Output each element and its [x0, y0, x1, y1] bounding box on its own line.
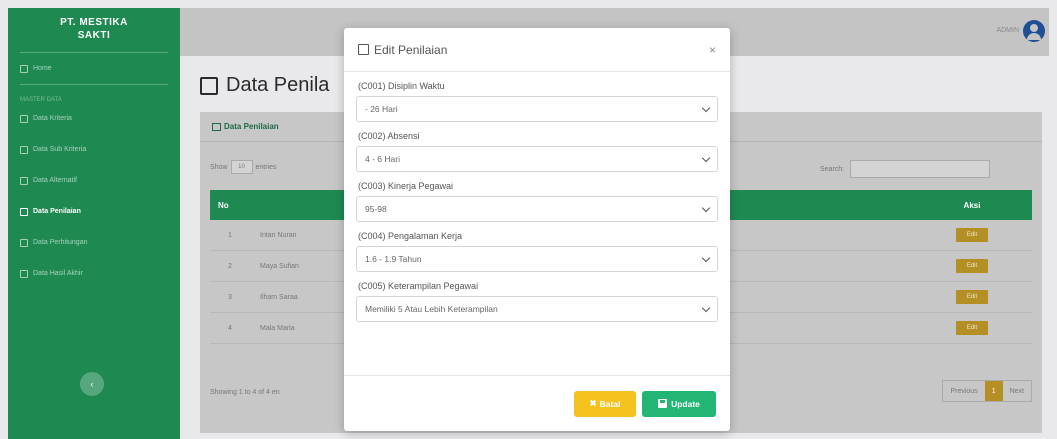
edit-penilaian-modal: Edit Penilaian × (C001) Disiplin Waktu -… — [344, 28, 730, 431]
row-edit-button[interactable]: Edit — [956, 321, 988, 335]
field-disiplin-waktu: (C001) Disiplin Waktu - 26 Hari — [356, 81, 718, 122]
home-icon — [20, 64, 28, 73]
entries-control: Show 10 entries — [210, 160, 277, 174]
column-header-aksi[interactable]: Aksi — [912, 201, 1032, 210]
user-name[interactable]: ADMIN — [996, 27, 1019, 34]
batal-button[interactable]: ✖ Batal — [574, 390, 636, 417]
page-title: Data Penila — [200, 74, 329, 97]
pagination-page-1[interactable]: 1 — [984, 381, 1003, 401]
brand-logo[interactable]: PT. MESTIKA SAKTI — [8, 8, 180, 52]
field-label: (C005) Keterampilan Pegawai — [358, 281, 479, 291]
select-value: 4 - 6 Hari — [365, 154, 400, 164]
sidebar-item-data-sub-kriteria[interactable]: Data Sub Kriteria — [8, 134, 180, 165]
sidebar-toggle-button[interactable]: ‹ — [80, 372, 104, 396]
field-label: (C003) Kinerja Pegawai — [358, 181, 454, 191]
sidebar-item-data-alternatif[interactable]: Data Alternatif — [8, 165, 180, 196]
chart-icon — [20, 269, 28, 278]
chevron-down-icon — [701, 153, 711, 162]
edit-icon — [20, 207, 28, 216]
modal-body: (C001) Disiplin Waktu - 26 Hari (C002) A… — [344, 81, 730, 322]
field-label: (C004) Pengalaman Kerja — [358, 231, 463, 241]
select-value: - 26 Hari — [365, 104, 398, 114]
chevron-down-icon — [701, 103, 711, 112]
sidebar-item-label: Data Kriteria — [33, 115, 72, 122]
field-absensi: (C002) Absensi 4 - 6 Hari — [356, 131, 718, 172]
modal-title: Edit Penilaian — [358, 43, 447, 57]
sidebar-heading: MASTER DATA — [20, 97, 62, 103]
row-no: 4 — [228, 324, 232, 332]
field-kinerja-pegawai: (C003) Kinerja Pegawai 95-98 — [356, 181, 718, 222]
search-label: Search: — [820, 165, 845, 173]
chevron-down-icon — [701, 203, 711, 212]
field-label: (C002) Absensi — [358, 131, 420, 141]
chevron-down-icon — [701, 303, 711, 312]
entries-label: entries — [255, 163, 277, 171]
sidebar-item-data-penilaian[interactable]: Data Penilaian — [8, 196, 180, 227]
search-control: Search: — [820, 160, 991, 178]
kinerja-pegawai-select[interactable]: 95-98 — [356, 196, 718, 222]
sidebar-item-label: Data Hasil Akhir — [33, 270, 83, 277]
pagination: Previous 1 Next — [942, 380, 1032, 402]
sidebar-item-data-kriteria[interactable]: Data Kriteria — [8, 103, 180, 134]
save-icon — [658, 399, 668, 408]
table-icon — [212, 122, 221, 131]
pagination-previous[interactable]: Previous — [943, 381, 984, 401]
calculator-icon — [20, 238, 28, 247]
table-info: Showing 1 to 4 of 4 en — [210, 389, 280, 396]
brand-line-2: SAKTI — [77, 30, 111, 41]
row-no: 3 — [228, 293, 232, 301]
row-edit-button[interactable]: Edit — [956, 228, 988, 242]
row-edit-button[interactable]: Edit — [956, 290, 988, 304]
update-button[interactable]: Update — [642, 390, 716, 417]
absensi-select[interactable]: 4 - 6 Hari — [356, 146, 718, 172]
select-value: 95-98 — [365, 204, 387, 214]
row-edit-button[interactable]: Edit — [956, 259, 988, 273]
card-title: Data Penilaian — [224, 122, 279, 131]
batal-label: Batal — [599, 398, 621, 409]
sidebar-item-label: Data Perhitungan — [33, 239, 88, 246]
chevron-down-icon — [701, 253, 711, 262]
pengalaman-kerja-select[interactable]: 1.6 - 1.9 Tahun — [356, 246, 718, 272]
cube-icon — [20, 114, 28, 123]
sidebar-item-label: Data Alternatif — [33, 177, 77, 184]
update-label: Update — [671, 398, 700, 409]
disiplin-waktu-select[interactable]: - 26 Hari — [356, 96, 718, 122]
sidebar: PT. MESTIKA SAKTI Home MASTER DATA Data … — [8, 8, 180, 439]
sidebar-item-data-hasil-akhir[interactable]: Data Hasil Akhir — [8, 258, 180, 289]
edit-icon — [358, 44, 369, 55]
column-header-no[interactable]: No — [210, 201, 250, 210]
select-value: 1.6 - 1.9 Tahun — [365, 254, 422, 264]
modal-title-text: Edit Penilaian — [374, 42, 448, 57]
keterampilan-pegawai-select[interactable]: Memiliki 5 Atau Lebih Keterampilan — [356, 296, 718, 322]
sidebar-item-home[interactable]: Home — [8, 53, 180, 84]
brand-line-1: PT. MESTIKA — [60, 17, 128, 28]
close-icon[interactable]: × — [709, 43, 716, 57]
pagination-next[interactable]: Next — [1003, 381, 1031, 401]
edit-icon — [200, 76, 218, 95]
sidebar-item-label: Data Sub Kriteria — [33, 146, 87, 153]
cubes-icon — [20, 145, 28, 154]
show-label: Show — [210, 163, 228, 171]
times-icon: ✖ — [589, 398, 597, 408]
sidebar-item-label: Home — [33, 65, 52, 72]
field-label: (C001) Disiplin Waktu — [358, 81, 445, 91]
field-keterampilan-pegawai: (C005) Keterampilan Pegawai Memiliki 5 A… — [356, 281, 718, 322]
search-input[interactable] — [850, 160, 991, 178]
field-pengalaman-kerja: (C004) Pengalaman Kerja 1.6 - 1.9 Tahun — [356, 231, 718, 272]
modal-footer: ✖ Batal Update — [344, 375, 730, 431]
entries-select[interactable]: 10 — [230, 160, 253, 174]
user-avatar-icon[interactable] — [1023, 20, 1045, 42]
sidebar-item-label: Data Penilaian — [33, 208, 81, 215]
modal-header: Edit Penilaian × — [344, 28, 730, 72]
sidebar-item-data-perhitungan[interactable]: Data Perhitungan — [8, 227, 180, 258]
page-title-text: Data Penila — [226, 74, 330, 96]
row-no: 1 — [228, 231, 232, 239]
users-icon — [20, 176, 28, 185]
row-no: 2 — [228, 262, 232, 270]
select-value: Memiliki 5 Atau Lebih Keterampilan — [365, 304, 498, 314]
